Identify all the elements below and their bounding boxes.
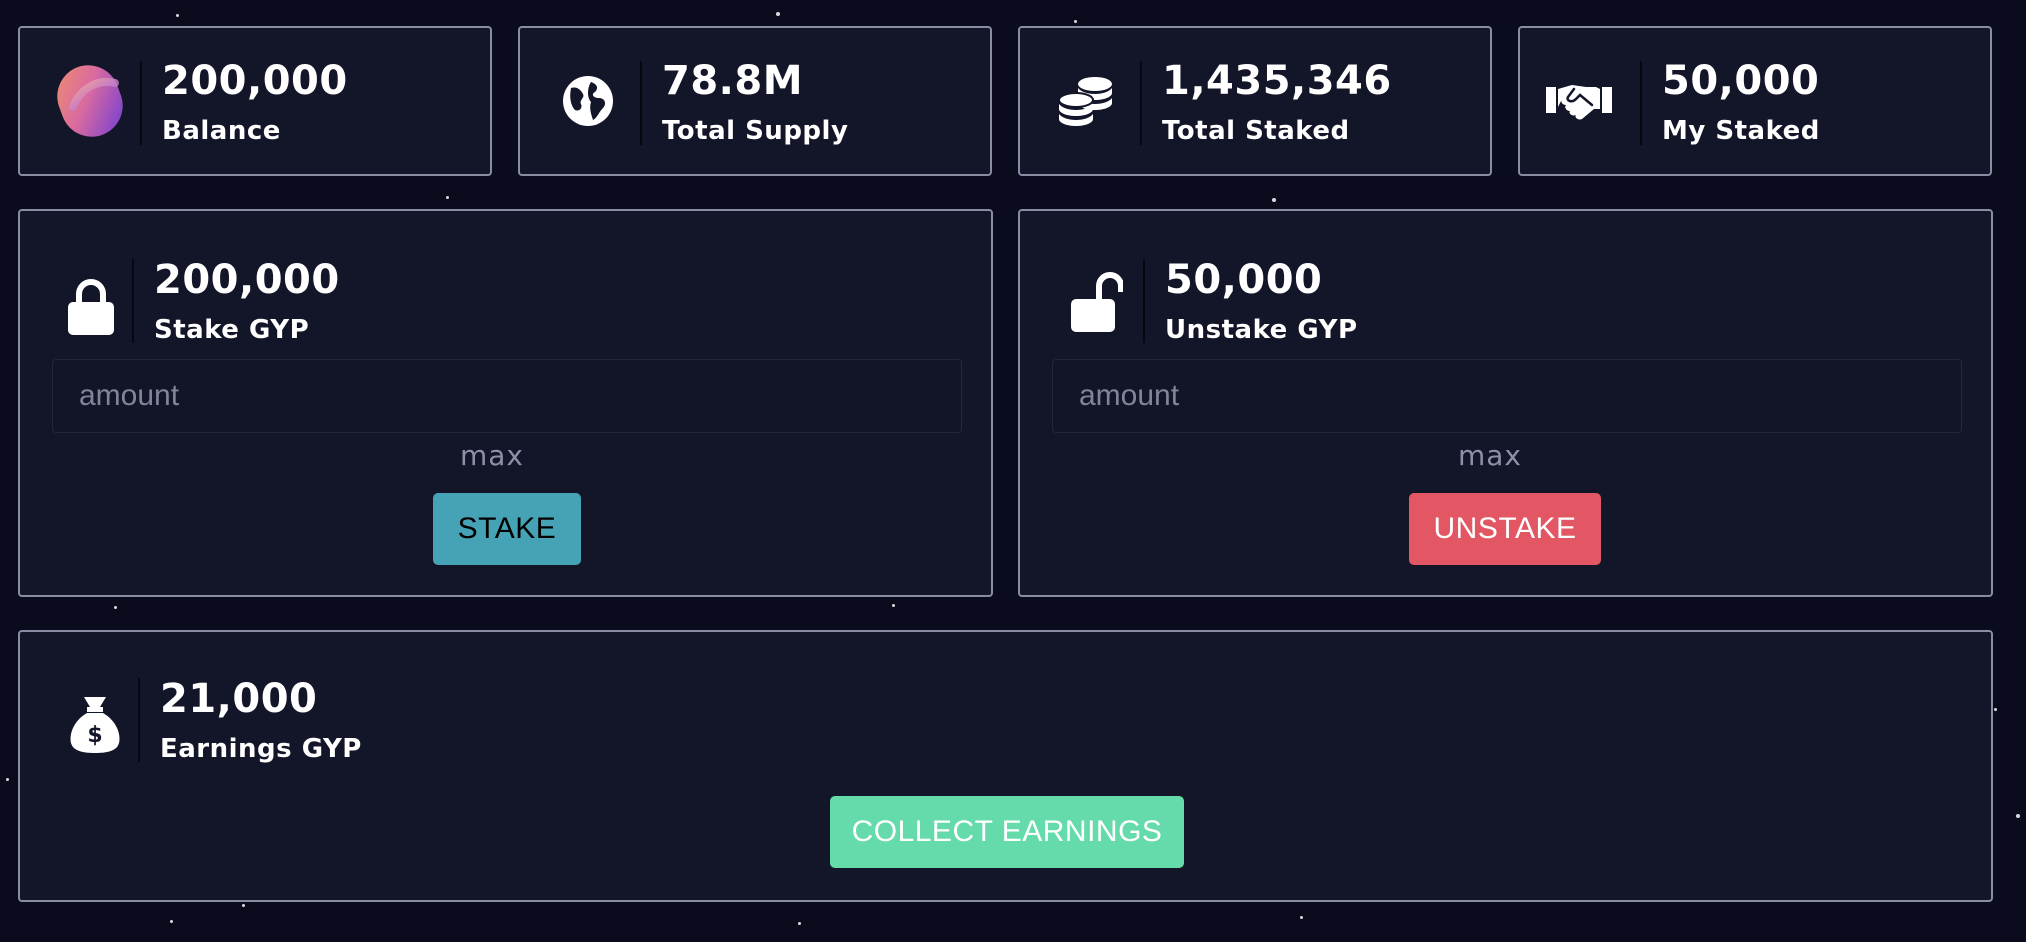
stake-button[interactable]: STAKE xyxy=(433,493,581,565)
balance-card: 200,000 Balance xyxy=(18,26,492,176)
unstake-amount-input[interactable] xyxy=(1052,359,1962,433)
gradient-token-logo-icon xyxy=(50,61,130,141)
unstake-title: Unstake GYP xyxy=(1165,315,1358,345)
card-divider xyxy=(140,61,142,145)
star-decoration xyxy=(446,196,449,199)
star-decoration xyxy=(114,606,117,609)
unstake-button[interactable]: UNSTAKE xyxy=(1409,493,1601,565)
stake-available-value: 200,000 xyxy=(154,257,340,303)
panel-divider xyxy=(138,678,140,762)
total-staked-card: 1,435,346 Total Staked xyxy=(1018,26,1492,176)
total-supply-value: 78.8M xyxy=(662,58,803,104)
handshake-icon xyxy=(1544,61,1614,141)
total-staked-value: 1,435,346 xyxy=(1162,58,1392,104)
panel-divider xyxy=(1143,259,1145,343)
coins-icon xyxy=(1046,61,1126,141)
collect-earnings-button[interactable]: COLLECT EARNINGS xyxy=(830,796,1184,868)
star-decoration xyxy=(1074,20,1077,23)
unstake-available-value: 50,000 xyxy=(1165,257,1323,303)
my-staked-card: 50,000 My Staked xyxy=(1518,26,1992,176)
star-decoration xyxy=(892,604,895,607)
earnings-title: Earnings GYP xyxy=(160,734,362,764)
star-decoration xyxy=(1300,916,1303,919)
star-decoration xyxy=(170,920,173,923)
panel-divider xyxy=(132,259,134,343)
balance-label: Balance xyxy=(162,116,281,146)
earnings-panel: $ 21,000 Earnings GYP COLLECT EARNINGS xyxy=(18,630,1993,902)
total-staked-label: Total Staked xyxy=(1162,116,1350,146)
star-decoration xyxy=(1272,198,1276,202)
star-decoration xyxy=(1994,708,1997,711)
earnings-value: 21,000 xyxy=(160,676,318,722)
my-staked-label: My Staked xyxy=(1662,116,1820,146)
stake-amount-input[interactable] xyxy=(52,359,962,433)
staking-dashboard: 200,000 Balance 78.8M Total Supply 1,435… xyxy=(0,0,2026,942)
star-decoration xyxy=(6,778,9,781)
star-decoration xyxy=(798,922,801,925)
unstake-panel: 50,000 Unstake GYP max UNSTAKE xyxy=(1018,209,1993,597)
stake-title: Stake GYP xyxy=(154,315,310,345)
balance-value: 200,000 xyxy=(162,58,348,104)
card-divider xyxy=(1140,61,1142,145)
star-decoration xyxy=(2016,814,2020,818)
unstake-max-link[interactable]: max xyxy=(1425,439,1555,472)
lock-icon xyxy=(56,267,126,347)
stake-panel: 200,000 Stake GYP max STAKE xyxy=(18,209,993,597)
card-divider xyxy=(640,61,642,145)
globe-icon xyxy=(548,61,628,141)
card-divider xyxy=(1640,61,1642,145)
total-supply-card: 78.8M Total Supply xyxy=(518,26,992,176)
total-supply-label: Total Supply xyxy=(662,116,849,146)
star-decoration xyxy=(242,904,245,907)
star-decoration xyxy=(176,14,179,17)
star-decoration xyxy=(776,12,780,16)
svg-text:$: $ xyxy=(87,723,102,748)
my-staked-value: 50,000 xyxy=(1662,58,1820,104)
money-bag-icon: $ xyxy=(60,684,130,764)
unlock-icon xyxy=(1062,261,1132,341)
stake-max-link[interactable]: max xyxy=(427,439,557,472)
